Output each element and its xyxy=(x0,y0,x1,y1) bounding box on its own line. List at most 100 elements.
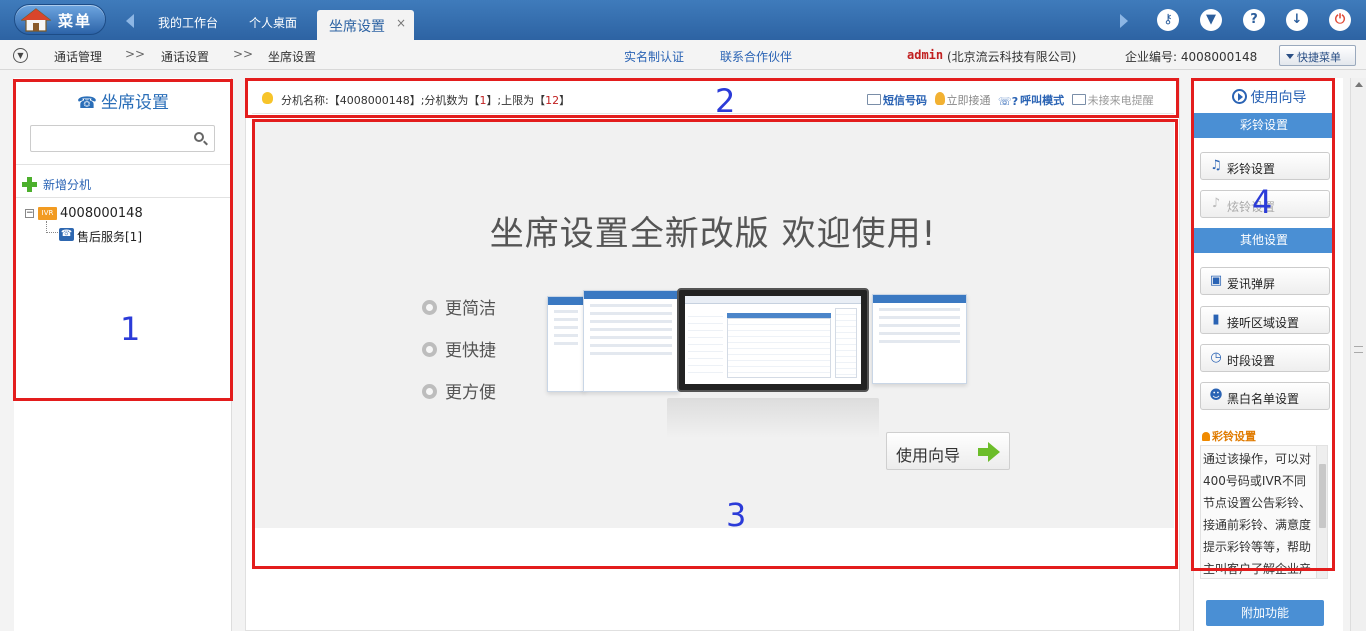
tabs-scroll-left-icon[interactable] xyxy=(126,14,134,28)
key-icon[interactable]: ⚷ xyxy=(1157,9,1179,31)
extension-info-bar: 分机名称:【4008000148】;分机数为【1】;上限为【12】 短信号码 立… xyxy=(252,82,1174,114)
page-scrollbar[interactable] xyxy=(1350,78,1366,631)
tree-collapse-icon[interactable]: − xyxy=(25,209,34,218)
shirt-icon[interactable]: ▼ xyxy=(1200,9,1222,31)
left-panel: ☎ 坐席设置 新增分机 − IVR 4008000148 ☎ 售后服务[1] xyxy=(14,78,232,631)
search-box xyxy=(30,125,215,152)
top-bar: 菜单 我的工作台 个人桌面 坐席设置 × ⚷ ▼ ? ↓ ⏻ xyxy=(0,0,1366,40)
add-extension-label: 新增分机 xyxy=(43,178,92,192)
missed-call-reminder-link[interactable]: 未接来电提醒 xyxy=(1071,92,1154,108)
notice-description[interactable]: 通过该操作，可以对400号码或IVR不同节点设置公告彩铃、接通前彩铃、满意度提示… xyxy=(1200,445,1328,579)
contact-partner-link[interactable]: 联系合作伙伴 xyxy=(720,48,792,65)
notice-scrollbar[interactable] xyxy=(1316,446,1327,578)
tab-personal-desktop[interactable]: 个人桌面 xyxy=(249,14,297,31)
scroll-thumb[interactable] xyxy=(1319,464,1326,528)
breadcrumb-call-settings[interactable]: 通话设置 xyxy=(161,48,209,65)
scroll-up-icon[interactable] xyxy=(1355,82,1363,87)
extension-limit: 12 xyxy=(545,94,560,107)
breadcrumb-bar: ▼ 通话管理 >> 通话设置 >> 坐席设置 实名制认证 联系合作伙伴 admi… xyxy=(0,40,1366,70)
tabs-scroll-right-icon[interactable] xyxy=(1120,14,1128,28)
left-panel-title: ☎ 坐席设置 xyxy=(14,88,232,113)
answer-area-button[interactable]: ▮ 接听区域设置 xyxy=(1200,306,1330,334)
circle-bullet-icon xyxy=(422,342,437,357)
breadcrumb-separator: >> xyxy=(233,47,254,61)
notice-title-text: 彩铃设置 xyxy=(1212,430,1256,443)
tree-node-root[interactable]: 4008000148 xyxy=(60,206,143,221)
circle-bullet-icon xyxy=(422,384,437,399)
envelope-icon xyxy=(1071,94,1086,105)
tab-seat-settings-label: 坐席设置 xyxy=(329,19,385,35)
usage-guide-button[interactable]: 使用向导 xyxy=(886,432,1010,470)
usage-guide-link[interactable]: 使用向导 xyxy=(1194,87,1344,107)
usage-guide-head-label: 使用向导 xyxy=(1250,90,1307,106)
clock-icon: ◷ xyxy=(1210,350,1222,365)
breadcrumb-seat-settings: 坐席设置 xyxy=(268,50,317,64)
call-mode-link[interactable]: ☏? 呼叫模式 xyxy=(998,92,1064,108)
info-mid2: 】;上限为【 xyxy=(486,94,546,107)
main-menu-label: 菜单 xyxy=(58,12,93,30)
screen-popup-button[interactable]: ▣ 爱讯弹屏 xyxy=(1200,267,1330,295)
ivr-icon: IVR xyxy=(38,207,57,220)
feature-label: 更方便 xyxy=(445,383,496,403)
tab-seat-settings[interactable]: 坐席设置 × xyxy=(317,10,414,40)
section-ringtone-header: 彩铃设置 xyxy=(1194,113,1334,138)
power-icon[interactable]: ⏻ xyxy=(1329,9,1351,31)
home-icon xyxy=(21,8,51,32)
enterprise-id-value: 4008000148 xyxy=(1180,50,1258,64)
feature-item: 更简洁 xyxy=(422,294,496,319)
help-icon[interactable]: ? xyxy=(1243,9,1265,31)
download-icon[interactable]: ↓ xyxy=(1286,9,1308,31)
music-note-icon: ♫ xyxy=(1210,158,1222,173)
tab-my-workbench[interactable]: 我的工作台 xyxy=(158,14,218,31)
info-mid1: 】;分机数为【 xyxy=(409,94,480,107)
envelope-icon xyxy=(867,94,881,105)
play-circle-icon xyxy=(1231,89,1247,104)
info-actions: 短信号码 立即接通 ☏? 呼叫模式 未接来电提醒 xyxy=(867,92,1158,108)
close-tab-icon[interactable]: × xyxy=(396,16,406,30)
feature-label: 更简洁 xyxy=(445,299,496,319)
annotation-number: 2 xyxy=(715,82,736,120)
main-menu-button[interactable]: 菜单 xyxy=(14,4,106,35)
bulb-icon xyxy=(934,92,945,105)
missed-call-reminder-label: 未接来电提醒 xyxy=(1087,94,1154,107)
scroll-grip-icon[interactable] xyxy=(1354,346,1363,353)
connect-now-label: 立即接通 xyxy=(946,94,991,107)
black-white-list-label: 黑白名单设置 xyxy=(1227,392,1300,406)
monitor-screenshot xyxy=(677,288,869,392)
phone-area-icon: ▮ xyxy=(1212,312,1220,327)
sms-number-label: 短信号码 xyxy=(883,94,927,107)
tree-node-after-sales[interactable]: 售后服务[1] xyxy=(77,228,142,245)
call-mode-icon: ☏? xyxy=(998,95,1019,108)
realname-auth-link[interactable]: 实名制认证 xyxy=(624,48,684,65)
screenshot-panel xyxy=(872,294,967,384)
feature-item: 更快捷 xyxy=(422,336,496,361)
quick-menu-button[interactable]: 快捷菜单 xyxy=(1279,45,1356,66)
plus-icon xyxy=(22,177,37,192)
divider xyxy=(14,197,232,198)
welcome-banner: 坐席设置全新改版 欢迎使用! 更简洁 更快捷 更方便 使用向导 xyxy=(252,120,1174,528)
screenshot-panel xyxy=(547,296,585,392)
search-input[interactable] xyxy=(36,130,186,147)
time-period-label: 时段设置 xyxy=(1227,354,1276,368)
company-name: (北京流云科技有限公司) xyxy=(947,50,1077,64)
sms-number-link[interactable]: 短信号码 xyxy=(867,92,927,108)
username: admin xyxy=(907,48,944,62)
users-icon: ☻ xyxy=(1209,388,1223,403)
chevron-down-icon xyxy=(1286,54,1294,59)
ringtone-settings-button[interactable]: ♫ 彩铃设置 xyxy=(1200,152,1330,180)
circle-bullet-icon xyxy=(422,300,437,315)
breadcrumb-call-management[interactable]: 通话管理 xyxy=(54,48,102,65)
lightbulb-icon xyxy=(262,92,273,104)
music-note-icon: ♪ xyxy=(1211,196,1221,211)
connect-now-link[interactable]: 立即接通 xyxy=(934,92,991,108)
black-white-list-button[interactable]: ☻ 黑白名单设置 xyxy=(1200,382,1330,410)
feature-item: 更方便 xyxy=(422,378,496,403)
time-period-button[interactable]: ◷ 时段设置 xyxy=(1200,344,1330,372)
section-other-header: 其他设置 xyxy=(1194,228,1334,253)
collapse-circle-icon[interactable]: ▼ xyxy=(13,48,28,63)
search-icon[interactable] xyxy=(194,132,204,142)
add-extension-button[interactable]: 新增分机 xyxy=(22,176,91,193)
welcome-title: 坐席设置全新改版 欢迎使用! xyxy=(489,214,937,254)
bell-icon xyxy=(1202,432,1210,441)
extra-features-button[interactable]: 附加功能 xyxy=(1206,600,1324,626)
